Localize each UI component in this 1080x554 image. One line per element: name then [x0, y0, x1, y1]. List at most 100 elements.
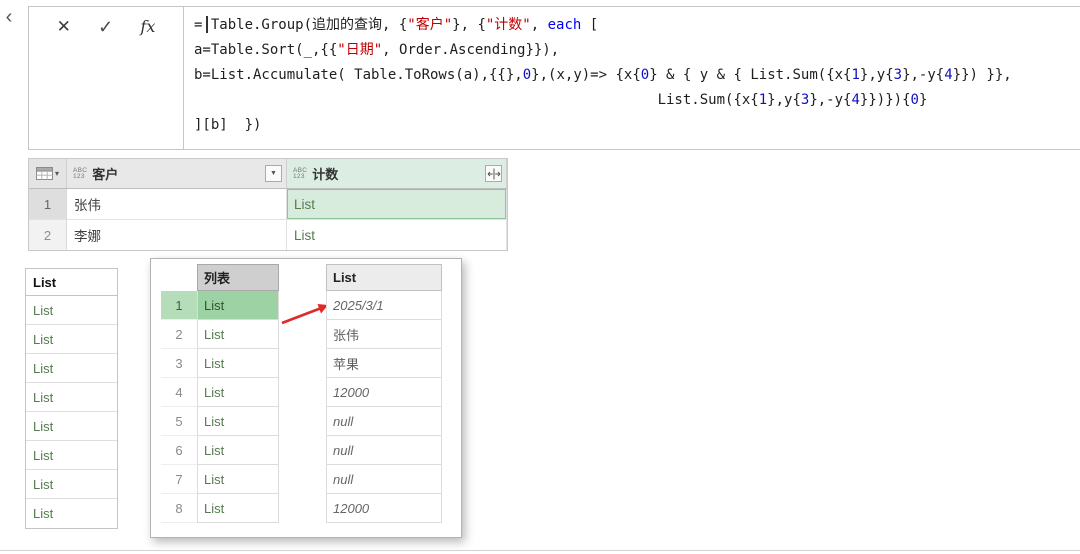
- code-plain-segment: ,: [530, 17, 548, 33]
- code-number-segment: 0: [522, 67, 532, 83]
- cancel-icon[interactable]: ✕: [57, 17, 71, 37]
- list-link-cell[interactable]: List: [197, 407, 279, 436]
- value-cell: 12000: [326, 378, 442, 407]
- dropdown-arrow-icon: ▼: [270, 170, 277, 177]
- code-plain-segment: List.Sum({x{: [194, 92, 759, 108]
- list-link-item[interactable]: List: [26, 354, 117, 383]
- code-plain-segment: = Table.Group(追加的查询, {: [194, 17, 408, 33]
- column-header-计数[interactable]: ABC 123 计数: [287, 159, 507, 188]
- list-panel-rows: List List List List List List List List: [26, 296, 117, 528]
- code-plain-segment: }: [918, 92, 928, 108]
- column-name: 客户: [92, 167, 119, 182]
- row-number: 3: [161, 349, 197, 378]
- list-link-cell[interactable]: List: [287, 220, 507, 250]
- formula-code-line: ][b] }): [194, 113, 1072, 138]
- confirm-icon[interactable]: ✓: [98, 17, 113, 37]
- column-name: 计数: [312, 167, 339, 182]
- list-link-cell[interactable]: List: [197, 436, 279, 465]
- code-plain-segment: },y{: [859, 67, 894, 83]
- row-number: 7: [161, 465, 197, 494]
- list-table-row: 6 List: [161, 436, 279, 465]
- expand-arrows-icon: [487, 168, 500, 179]
- code-number-segment: 4: [851, 92, 860, 108]
- type-123-label: 123: [293, 173, 305, 180]
- value-cell: 12000: [326, 494, 442, 523]
- expand-column-button[interactable]: [485, 165, 502, 182]
- collapse-pane-button[interactable]: ‹: [1, 7, 17, 27]
- list-link-cell[interactable]: List: [197, 349, 279, 378]
- code-keyword-segment: each: [547, 17, 582, 33]
- list-link-item[interactable]: List: [26, 441, 117, 470]
- list-link-cell[interactable]: List: [287, 189, 507, 219]
- list-table-row: 2 List: [161, 320, 279, 349]
- values-table-body: 2025/3/1 张伟 苹果 12000 null null null 12000: [326, 291, 442, 523]
- list-table-row: 4 List: [161, 378, 279, 407]
- code-string-segment: "计数": [485, 17, 531, 33]
- code-plain-segment: },-y{: [809, 92, 852, 108]
- list-table-body: 1 List 2 List 3 List 4 List 5 List 6 List 7 List 8 List: [161, 291, 279, 523]
- list-drilldown-popup: 列表 1 List 2 List 3 List 4 List 5 List 6 List 7 List 8 L…: [150, 258, 462, 538]
- list-link-cell[interactable]: List: [197, 378, 279, 407]
- list-table-header: 列表: [197, 264, 279, 291]
- code-plain-segment: },y{: [767, 92, 801, 108]
- value-cell: 张伟: [326, 320, 442, 349]
- value-cell: null: [326, 436, 442, 465]
- code-plain-segment: b=List.Accumulate( Table.ToRows(a),{{},: [194, 67, 523, 83]
- row-number[interactable]: 1: [29, 189, 67, 219]
- list-table-corner: [161, 264, 197, 291]
- filter-dropdown-button[interactable]: ▼: [265, 165, 282, 182]
- row-number: 5: [161, 407, 197, 436]
- text-cell[interactable]: 张伟: [67, 189, 287, 219]
- list-link-item[interactable]: List: [26, 325, 117, 354]
- code-number-segment: 1: [758, 92, 768, 108]
- code-plain-segment: a=Table.Sort(_,{{: [194, 42, 338, 58]
- list-link-cell[interactable]: List: [197, 291, 279, 320]
- list-link-item[interactable]: List: [26, 412, 117, 441]
- list-link-item[interactable]: List: [26, 499, 117, 528]
- list-table: 列表 1 List 2 List 3 List 4 List 5 List 6 List 7 List 8 L…: [161, 264, 279, 523]
- formula-bar: ✕ ✓ fx = Table.Group(追加的查询, {"客户"}, {"计数…: [28, 6, 1080, 150]
- list-link-cell[interactable]: List: [197, 465, 279, 494]
- data-type-icon[interactable]: ABC 123: [73, 167, 87, 181]
- window-bottom-border: [0, 550, 1080, 551]
- text-caret: [206, 16, 208, 33]
- row-number: 1: [161, 291, 197, 320]
- formula-code-line: b=List.Accumulate( Table.ToRows(a),{{},0…: [194, 63, 1072, 88]
- list-link-cell[interactable]: List: [197, 320, 279, 349]
- formula-code-line: List.Sum({x{1},y{3},-y{4}})}){0}: [194, 88, 1072, 113]
- corner-dropdown-icon: ▾: [54, 169, 59, 178]
- code-plain-segment: , Order.Ascending}}),: [382, 42, 560, 58]
- value-cell: 2025/3/1: [326, 291, 442, 320]
- row-number: 2: [161, 320, 197, 349]
- list-link-item[interactable]: List: [26, 383, 117, 412]
- list-link-cell[interactable]: List: [197, 494, 279, 523]
- value-cell: null: [326, 407, 442, 436]
- row-number: 4: [161, 378, 197, 407]
- code-number-segment: 0: [640, 67, 650, 83]
- table-body: 1 张伟 List 2 李娜 List: [29, 189, 507, 250]
- formula-code-line: = Table.Group(追加的查询, {"客户"}, {"计数", each…: [194, 13, 1072, 38]
- code-plain-segment: }, {: [452, 17, 486, 33]
- data-preview-table: ▾ ABC 123 客户 ▼ ABC 123 计数 1 张伟 List 2 李娜 List: [28, 158, 508, 251]
- formula-code-line: a=Table.Sort(_,{{"日期", Order.Ascending}}…: [194, 38, 1072, 63]
- list-panel-header: List: [26, 269, 117, 296]
- list-link-item[interactable]: List: [26, 296, 117, 325]
- list-table-row: 1 List: [161, 291, 279, 320]
- code-plain-segment: }})}){: [859, 92, 911, 108]
- code-plain-segment: [: [581, 17, 599, 33]
- select-all-button[interactable]: ▾: [29, 159, 67, 188]
- type-123-label: 123: [73, 173, 85, 180]
- table-row: 2 李娜 List: [29, 220, 507, 250]
- fx-icon[interactable]: fx: [140, 17, 155, 37]
- column-header-客户[interactable]: ABC 123 客户 ▼: [67, 159, 287, 188]
- data-type-icon[interactable]: ABC 123: [293, 167, 307, 181]
- row-number[interactable]: 2: [29, 220, 67, 250]
- formula-input[interactable]: = Table.Group(追加的查询, {"客户"}, {"计数", each…: [184, 7, 1080, 149]
- text-cell[interactable]: 李娜: [67, 220, 287, 250]
- list-table-header-row: 列表: [161, 264, 279, 291]
- values-table: List 2025/3/1 张伟 苹果 12000 null null null 12000: [326, 264, 442, 523]
- list-link-item[interactable]: List: [26, 470, 117, 499]
- code-number-segment: 1: [851, 67, 860, 83]
- list-table-row: 8 List: [161, 494, 279, 523]
- code-number-segment: 0: [910, 92, 919, 108]
